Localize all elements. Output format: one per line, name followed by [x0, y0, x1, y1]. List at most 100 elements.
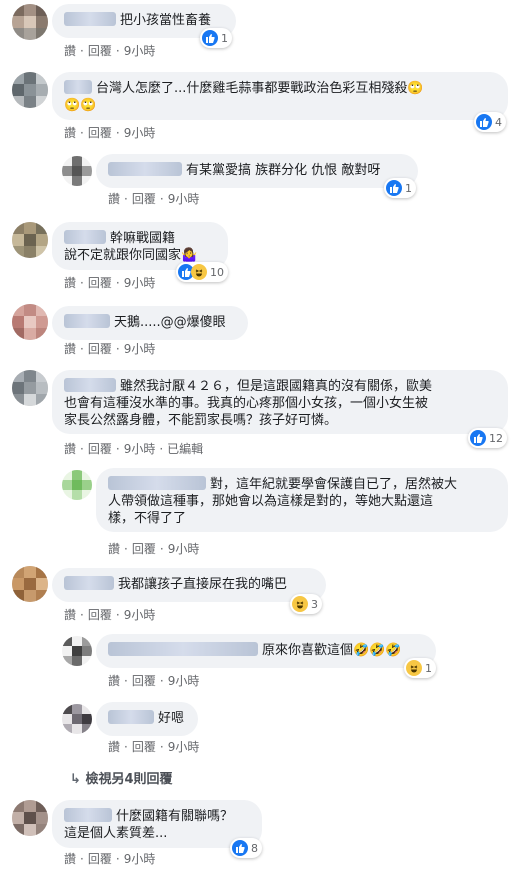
comment-actions: 讚 · 回覆 · 9小時 [108, 674, 200, 688]
reply-button[interactable]: 回覆 [88, 342, 112, 356]
comment-text: 台灣人怎麼了...什麼雞毛蒜事都要戰政治色彩互相殘殺 [96, 81, 408, 96]
view-more-replies-link[interactable]: ↳ 檢視另4則回覆 [70, 768, 172, 787]
avatar[interactable] [12, 800, 48, 836]
reply-button[interactable]: 回覆 [88, 442, 112, 456]
like-button[interactable]: 讚 [64, 852, 76, 866]
comment-text: 把小孩當性畜養 [120, 13, 212, 28]
like-icon [232, 840, 248, 856]
reply-button[interactable]: 回覆 [132, 192, 156, 206]
comment-bubble: 台灣人怎麼了...什麼雞毛蒜事都要戰政治色彩互相殘殺🙄 🙄🙄 [52, 72, 508, 120]
comment-text: 家長公然露身體，不能罰家長嗎？孩子好可憐。 [64, 413, 338, 428]
timestamp[interactable]: 9小時 [124, 276, 156, 290]
reaction-summary[interactable]: 8 [230, 838, 262, 858]
commenter-name[interactable] [108, 162, 182, 176]
avatar[interactable] [12, 370, 48, 406]
avatar[interactable] [12, 304, 48, 340]
reply-arrow-icon: ↳ [70, 772, 81, 787]
reaction-summary[interactable]: 4 [474, 112, 506, 132]
like-button[interactable]: 讚 [64, 276, 76, 290]
like-button[interactable]: 讚 [108, 674, 120, 688]
comment-actions: 讚 · 回覆 · 9小時 [108, 542, 200, 556]
avatar[interactable] [62, 704, 92, 734]
avatar[interactable] [12, 566, 48, 602]
reply-bubble: 有某黨愛搞 族群分化 仇恨 敵對呀 [96, 154, 418, 188]
reply-button[interactable]: 回覆 [132, 542, 156, 556]
comment-actions: 讚 · 回覆 · 9小時 [108, 740, 200, 754]
commenter-name[interactable] [64, 314, 110, 328]
comment-bubble: 什麼國籍有關聯嗎？ 這是個人素質差... [52, 800, 262, 848]
comment-text: 這是個人素質差... [64, 826, 168, 841]
timestamp[interactable]: 9小時 [124, 608, 156, 622]
reply-button[interactable]: 回覆 [88, 44, 112, 58]
like-button[interactable]: 讚 [108, 192, 120, 206]
like-button[interactable]: 讚 [64, 608, 76, 622]
reaction-summary[interactable]: 10 [176, 262, 228, 282]
comment-text: 說不定就跟你同國家 [64, 248, 182, 263]
comment-text: 什麼國籍有關聯嗎？ [116, 809, 234, 824]
reply-button[interactable]: 回覆 [88, 608, 112, 622]
commenter-name[interactable] [64, 378, 116, 392]
comment-actions: 讚 · 回覆 · 9小時 · 已編輯 [64, 442, 204, 456]
like-button[interactable]: 讚 [108, 740, 120, 754]
reaction-count: 12 [489, 431, 503, 445]
reaction-summary[interactable]: 1 [200, 28, 232, 48]
like-button[interactable]: 讚 [64, 44, 76, 58]
avatar[interactable] [62, 470, 92, 500]
avatar[interactable] [12, 72, 48, 108]
comment-actions: 讚 · 回覆 · 9小時 [108, 192, 200, 206]
timestamp[interactable]: 9小時 [168, 740, 200, 754]
commenter-name[interactable] [64, 230, 106, 244]
avatar[interactable] [12, 222, 48, 258]
reaction-summary[interactable]: 12 [468, 428, 507, 448]
reply-button[interactable]: 回覆 [132, 740, 156, 754]
reply-button[interactable]: 回覆 [88, 852, 112, 866]
rolling-eyes-icon: 🙄 [407, 81, 424, 96]
timestamp[interactable]: 9小時 [168, 542, 200, 556]
reply-bubble: 原來你喜歡這個🤣🤣🤣 [96, 634, 436, 668]
like-button[interactable]: 讚 [64, 442, 76, 456]
reaction-summary[interactable]: 3 [290, 594, 322, 614]
avatar[interactable] [62, 636, 92, 666]
commenter-name[interactable] [64, 576, 114, 590]
commenter-name[interactable] [64, 12, 116, 26]
timestamp[interactable]: 9小時 [124, 44, 156, 58]
timestamp[interactable]: 9小時 [124, 342, 156, 356]
commenter-name[interactable] [64, 808, 112, 822]
reaction-count: 1 [405, 181, 412, 195]
timestamp[interactable]: 9小時 [124, 126, 156, 140]
haha-icon [191, 264, 207, 280]
comment-actions: 讚 · 回覆 · 9小時 [64, 44, 156, 58]
rolling-eyes-icon: 🙄 [64, 98, 81, 113]
like-icon [202, 30, 218, 46]
timestamp[interactable]: 9小時 [124, 442, 156, 456]
like-button[interactable]: 讚 [64, 342, 76, 356]
commenter-name[interactable] [108, 710, 154, 724]
reaction-summary[interactable]: 1 [384, 178, 416, 198]
avatar[interactable] [62, 156, 92, 186]
avatar[interactable] [12, 4, 48, 40]
like-button[interactable]: 讚 [64, 126, 76, 140]
like-button[interactable]: 讚 [108, 542, 120, 556]
commenter-name[interactable] [108, 476, 206, 490]
edited-label[interactable]: 已編輯 [167, 442, 203, 456]
comment-actions: 讚 · 回覆 · 9小時 [64, 852, 156, 866]
rofl-icon: 🤣🤣🤣 [353, 643, 402, 658]
reply-button[interactable]: 回覆 [132, 674, 156, 688]
reply-button[interactable]: 回覆 [88, 276, 112, 290]
timestamp[interactable]: 9小時 [168, 674, 200, 688]
like-icon [476, 114, 492, 130]
reply-button[interactable]: 回覆 [88, 126, 112, 140]
commenter-name[interactable] [64, 80, 92, 94]
comment-text: 原來你喜歡這個 [262, 643, 354, 658]
comment-text: 雖然我討厭４２６，但是這跟國籍真的沒有關係，歐美 [120, 379, 433, 394]
commenter-name[interactable] [108, 642, 258, 656]
timestamp[interactable]: 9小時 [168, 192, 200, 206]
person-shrugging-icon: 🤷‍♀️ [181, 248, 198, 263]
comment-bubble: 雖然我討厭４２６，但是這跟國籍真的沒有關係，歐美 也會有這種沒水準的事。我真的心… [52, 370, 508, 434]
haha-icon [406, 660, 422, 676]
timestamp[interactable]: 9小時 [124, 852, 156, 866]
reaction-summary[interactable]: 1 [404, 658, 436, 678]
comment-text: 天鵝.....@@爆傻眼 [114, 315, 226, 330]
like-icon [386, 180, 402, 196]
comment-actions: 讚 · 回覆 · 9小時 [64, 342, 156, 356]
